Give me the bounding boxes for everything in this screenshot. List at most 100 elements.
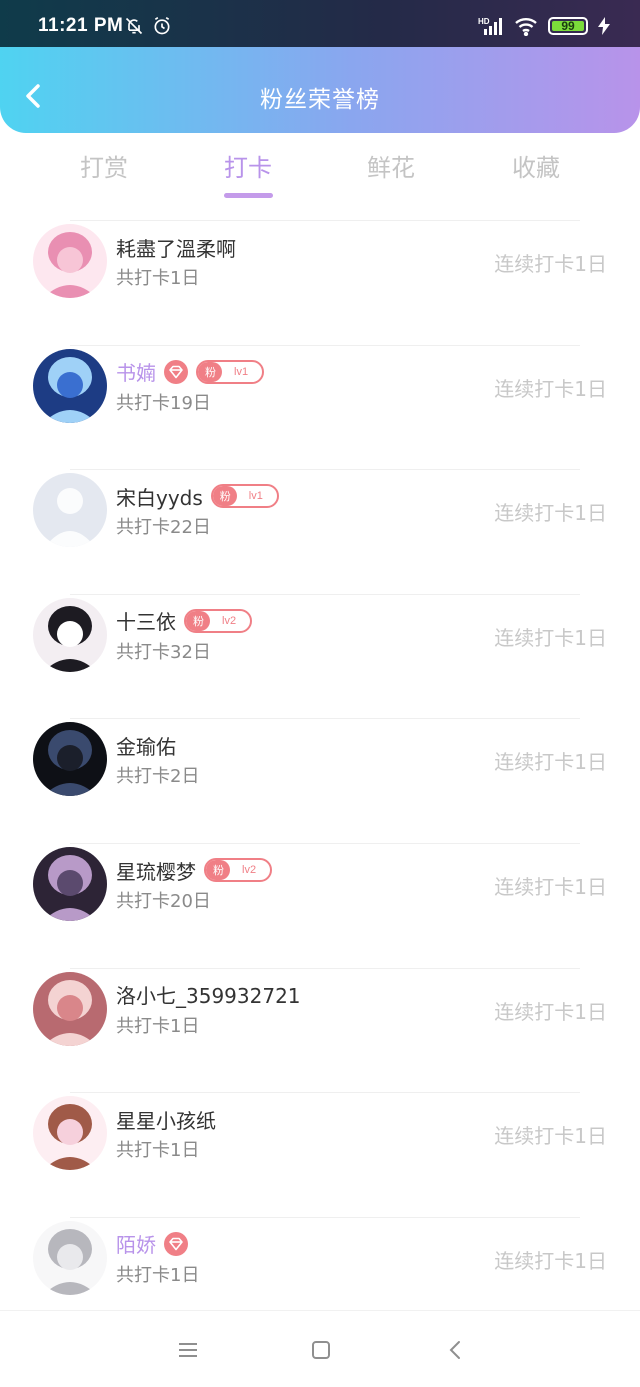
wifi-icon	[515, 18, 537, 36]
user-name-line: 书婻 粉 lv1	[116, 357, 265, 387]
page-title: 粉丝荣誉榜	[260, 87, 380, 113]
tab-active-indicator	[224, 193, 273, 198]
total-checkin-count: 共打卡22日	[116, 517, 211, 539]
total-checkin-count: 共打卡1日	[116, 1264, 200, 1286]
bell-off-icon	[125, 17, 143, 35]
row-divider	[70, 1216, 580, 1218]
user-name-line: 金瑜佑	[116, 730, 176, 760]
row-divider	[70, 967, 580, 969]
avatar-purple-anime[interactable]	[33, 847, 107, 921]
status-left-icons	[124, 16, 172, 36]
user-name[interactable]: 星星小孩纸	[116, 1105, 216, 1134]
fan-badge-label: 粉	[212, 486, 237, 507]
user-name[interactable]: 十三依	[116, 606, 176, 635]
fan-badge-label: 粉	[186, 610, 210, 631]
total-checkin-count: 共打卡20日	[116, 891, 211, 912]
user-name-line: 十三依粉 lv2	[116, 606, 253, 636]
vip-diamond-icon	[164, 359, 188, 384]
user-name[interactable]: 陌娇	[116, 1229, 156, 1258]
tab-bar: 打赏 打卡 鲜花 收藏	[0, 148, 640, 204]
back-triangle-icon[interactable]	[444, 1339, 466, 1361]
tab-reward[interactable]: 打赏	[44, 148, 164, 183]
user-name-line: 宋白yyds 粉 lv1	[116, 481, 279, 511]
total-checkin-count: 共打卡1日	[116, 1140, 200, 1162]
row-divider	[70, 593, 580, 595]
streak-count: 连续打卡1日	[494, 875, 607, 899]
fan-level-badge: 粉 lv2	[204, 858, 273, 882]
list-item[interactable]: 金瑜佑共打卡2日 连续打卡1日	[0, 718, 640, 842]
avatar-default-silhouette[interactable]	[33, 473, 107, 548]
total-checkin-count: 共打卡2日	[116, 766, 200, 788]
tab-flowers[interactable]: 鲜花	[331, 148, 451, 183]
list-item[interactable]: 星琉樱梦粉 lv2 共打卡20日 连续打卡1日	[0, 843, 640, 967]
fan-badge-level: lv1	[248, 490, 263, 503]
header-bar: 11:21 PM HD 99 粉丝荣誉榜	[0, 0, 640, 133]
user-name[interactable]: 金瑜佑	[116, 731, 176, 760]
home-square-icon[interactable]	[310, 1339, 332, 1361]
streak-count: 连续打卡1日	[494, 750, 607, 775]
avatar-pink-cartoon[interactable]	[33, 971, 107, 1046]
user-name[interactable]: 宋白yyds	[116, 482, 203, 511]
list-item[interactable]: 书婻 粉 lv1 共打卡19日 连续打卡1日	[0, 344, 640, 469]
status-bar: 11:21 PM HD 99	[0, 0, 640, 47]
streak-count: 连续打卡1日	[494, 1248, 607, 1273]
user-name[interactable]: 洛小七_359932721	[116, 980, 301, 1009]
vip-diamond-icon	[164, 1231, 188, 1256]
fan-badge-level: lv1	[234, 365, 249, 378]
streak-count: 连续打卡1日	[494, 501, 607, 526]
tab-checkin[interactable]: 打卡	[188, 148, 308, 183]
total-checkin-count: 共打卡19日	[116, 392, 211, 414]
network-type: HD	[478, 17, 490, 26]
battery-indicator: 99	[548, 17, 588, 35]
row-divider	[70, 344, 580, 346]
streak-count: 连续打卡1日	[494, 376, 607, 401]
total-checkin-count: 共打卡1日	[116, 268, 200, 289]
avatar-dark-photo[interactable]	[33, 722, 107, 797]
list-item[interactable]: 洛小七_359932721 共打卡1日 连续打卡1日	[0, 967, 640, 1092]
avatar-pink-girl-bow[interactable]	[33, 1096, 107, 1171]
row-divider	[70, 469, 580, 471]
user-name-line: 耗盡了溫柔啊	[116, 232, 236, 262]
streak-count: 连续打卡1日	[494, 1124, 607, 1149]
fan-level-badge: 粉 lv2	[184, 608, 253, 633]
signal-icon: HD	[478, 17, 502, 35]
user-name-line: 星琉樱梦粉 lv2	[116, 855, 273, 885]
system-navigation-bar	[0, 1310, 640, 1387]
alarm-icon	[154, 16, 170, 35]
user-name[interactable]: 耗盡了溫柔啊	[116, 233, 236, 262]
row-divider	[70, 220, 580, 221]
list-item[interactable]: 星星小孩纸共打卡1日 连续打卡1日	[0, 1092, 640, 1216]
total-checkin-count: 共打卡1日	[116, 1015, 200, 1037]
fan-badge-level: lv2	[242, 864, 257, 876]
avatar-dark-hair-girl[interactable]	[33, 597, 107, 672]
list-item[interactable]: 耗盡了溫柔啊共打卡1日 连续打卡1日	[0, 220, 640, 344]
avatar-white-hair-anime[interactable]	[33, 1220, 107, 1295]
row-divider	[70, 1092, 580, 1094]
total-checkin-count: 共打卡32日	[116, 641, 211, 663]
user-name[interactable]: 书婻	[116, 357, 156, 386]
status-right-icons: HD 99	[478, 16, 610, 36]
avatar-pink-anime-girl[interactable]	[33, 224, 107, 298]
fan-level-badge: 粉 lv1	[196, 359, 265, 384]
user-name[interactable]: 星琉樱梦	[116, 856, 196, 885]
list-item[interactable]: 十三依粉 lv2 共打卡32日 连续打卡1日	[0, 593, 640, 718]
fan-badge-level: lv2	[222, 614, 237, 627]
streak-count: 连续打卡1日	[494, 999, 607, 1024]
streak-count: 连续打卡1日	[494, 252, 607, 276]
battery-level: 99	[561, 19, 575, 33]
status-time: 11:21 PM	[38, 15, 124, 36]
streak-count: 连续打卡1日	[494, 625, 607, 650]
fan-badge-label: 粉	[198, 361, 222, 382]
row-divider	[70, 718, 580, 720]
row-divider	[70, 843, 580, 844]
user-name-line: 星星小孩纸	[116, 1104, 216, 1134]
user-name-line: 陌娇	[116, 1229, 188, 1259]
fan-level-badge: 粉 lv1	[210, 484, 279, 509]
list-item[interactable]: 宋白yyds 粉 lv1 共打卡22日 连续打卡1日	[0, 469, 640, 593]
avatar-blue-anime[interactable]	[33, 348, 107, 423]
user-name-line: 洛小七_359932721	[116, 980, 301, 1010]
menu-icon[interactable]	[177, 1339, 199, 1361]
fan-badge-label: 粉	[206, 860, 230, 880]
tab-favorites[interactable]: 收藏	[476, 148, 596, 183]
charging-icon	[598, 17, 610, 35]
